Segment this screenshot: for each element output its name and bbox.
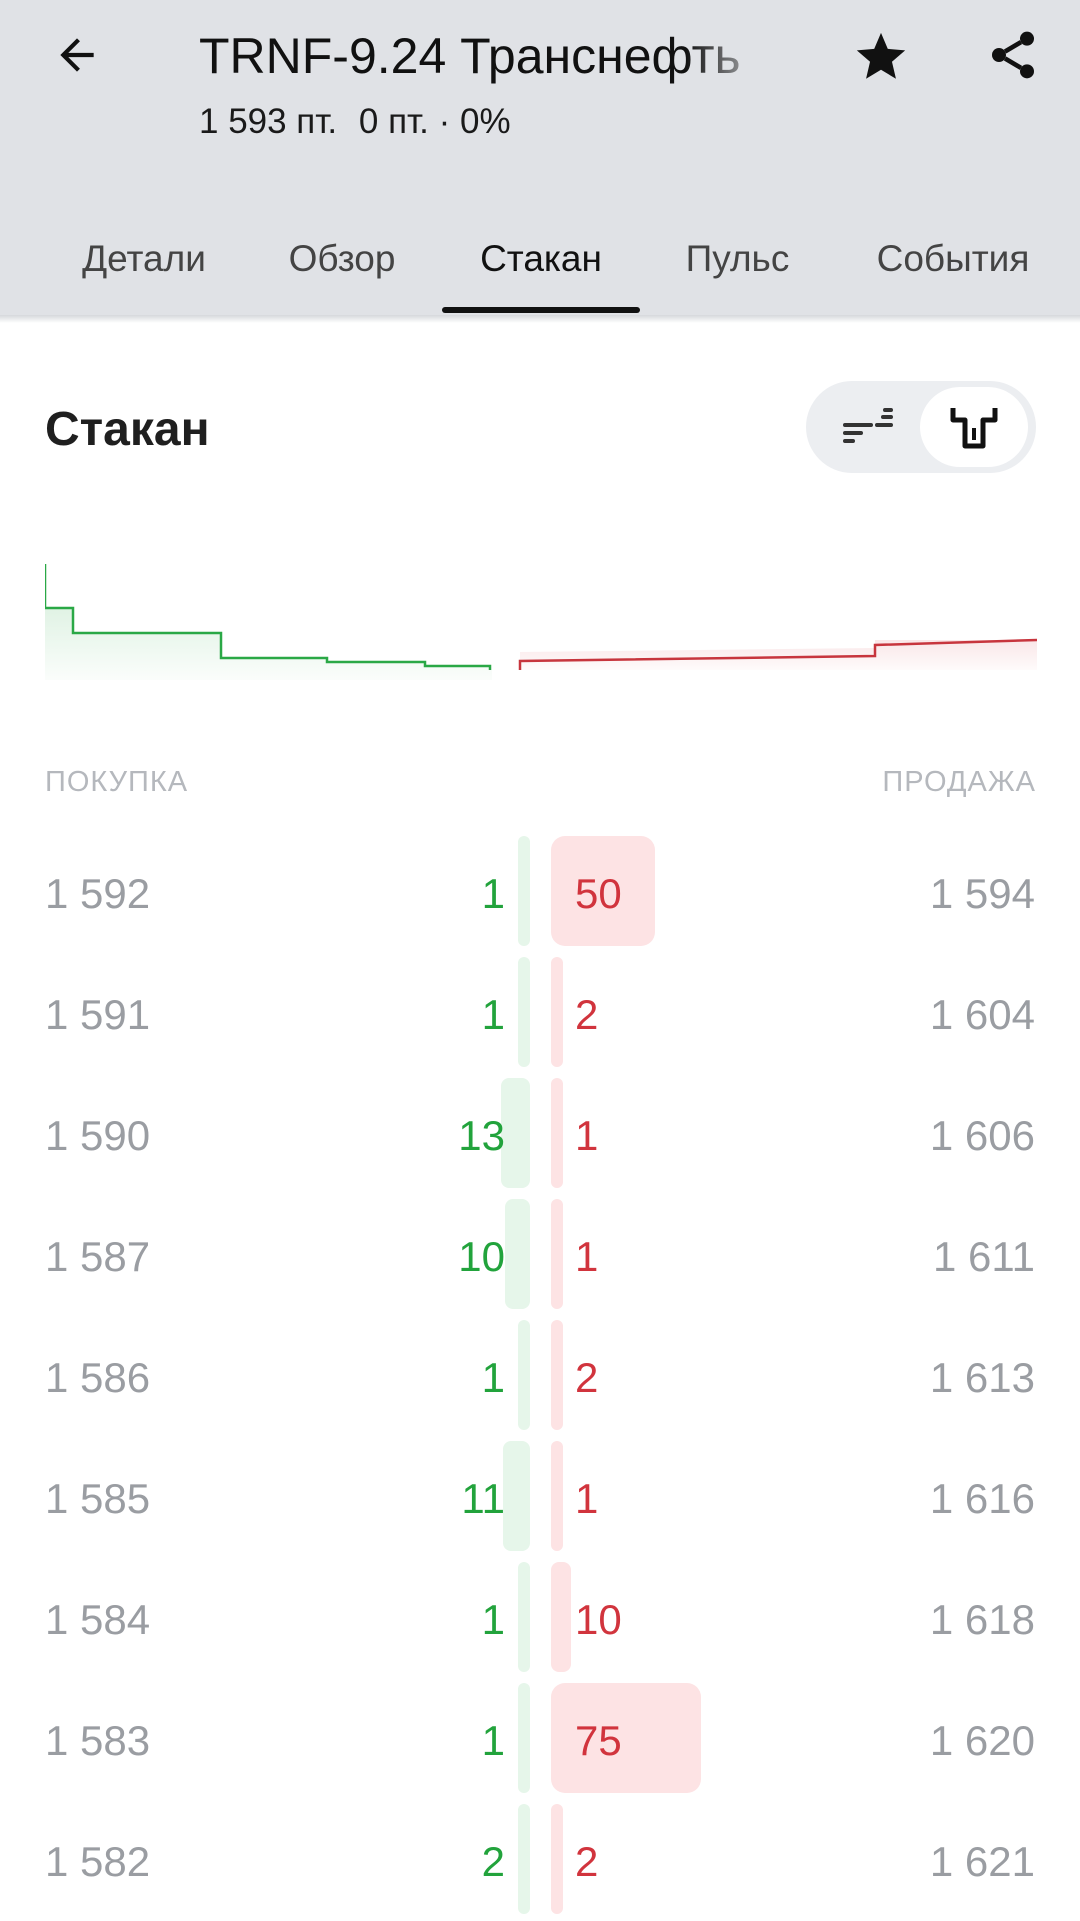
ask-quantity: 10 [575,1596,622,1643]
ask-volume-bar [551,1199,563,1309]
ask-price: 1 611 [933,1233,1035,1280]
bid-price: 1 586 [45,1354,151,1401]
instrument-title: TRNF-9.24 Транснефть [199,28,741,84]
table-row[interactable]: 1 591 1 2 1 604 [0,953,1080,1074]
bid-quantity: 1 [481,1596,505,1643]
bid-price: 1 582 [45,1838,151,1885]
ask-quantity: 1 [575,1112,599,1159]
bid-volume-bar [518,957,530,1067]
depth-chart [45,564,1037,680]
arrow-left-icon [60,38,94,72]
ask-quantity: 1 [575,1475,599,1522]
sell-column-label: ПРОДАЖА [882,766,1036,798]
bid-price: 1 590 [45,1112,151,1159]
table-row[interactable]: 1 584 1 10 1 618 [0,1558,1080,1679]
bid-quantity: 13 [458,1112,505,1159]
bid-price: 1 585 [45,1475,151,1522]
bid-price: 1 587 [45,1233,151,1280]
ask-price: 1 594 [929,870,1035,917]
ask-volume-bar [551,1683,701,1793]
bid-volume-bar [518,1683,530,1793]
table-row[interactable]: 1 590 13 1 1 606 [0,1074,1080,1195]
depth-view-button[interactable] [920,387,1028,467]
share-icon [992,31,1034,79]
share-button[interactable] [980,22,1046,88]
star-icon [856,32,906,79]
active-tab-indicator [442,307,640,313]
bid-quantity: 1 [481,1354,505,1401]
table-row[interactable]: 1 583 1 75 1 620 [0,1679,1080,1800]
bid-volume-bar [503,1441,530,1551]
order-book: 1 592 1 50 1 594 1 591 1 2 1 604 1 590 1… [0,832,1080,1921]
bid-price: 1 592 [45,870,151,917]
bid-quantity: 1 [481,1717,505,1764]
ask-quantity: 1 [575,1233,599,1280]
bid-volume-bar [518,1320,530,1430]
table-row[interactable]: 1 585 11 1 1 616 [0,1437,1080,1558]
buy-column-label: ПОКУПКА [45,766,189,798]
table-row[interactable]: 1 582 2 2 1 621 [0,1800,1080,1921]
bid-volume-bar [518,836,530,946]
ask-quantity: 2 [575,1354,599,1401]
list-bars-icon [843,408,893,443]
ask-price: 1 618 [929,1596,1035,1643]
bid-price: 1 583 [45,1717,151,1764]
bid-quantity: 1 [481,870,505,917]
bid-quantity: 1 [481,991,505,1038]
list-view-button[interactable] [814,387,922,467]
price-line: 1 593 пт. 0 пт. · 0% [199,100,523,144]
ask-price: 1 616 [929,1475,1035,1522]
bid-volume-bar [518,1804,530,1914]
depth-chart-icon [950,408,998,449]
app-header: TRNF-9.24 Транснефть 1 593 пт. 0 пт. · 0… [0,0,1080,315]
ask-price: 1 613 [929,1354,1035,1401]
bid-quantity: 2 [481,1838,505,1885]
view-toggle [806,381,1036,473]
header-shadow [0,315,1080,323]
ask-quantity: 2 [575,1838,599,1885]
ask-volume-bar [551,1562,571,1672]
tab-overview[interactable]: Обзор [262,210,422,315]
back-button[interactable] [44,22,110,88]
bid-price: 1 584 [45,1596,151,1643]
ask-quantity: 75 [575,1717,622,1764]
bid-price: 1 591 [45,991,151,1038]
tab-pulse[interactable]: Пульс [665,210,810,315]
ask-volume-bar [551,1804,563,1914]
favorite-button[interactable] [848,24,914,90]
bid-volume-bar [518,1562,530,1672]
ask-price: 1 606 [929,1112,1035,1159]
ask-price: 1 604 [929,991,1035,1038]
ask-depth-area [520,640,1037,670]
section-title: Стакан [45,403,210,456]
bid-volume-bar [505,1199,530,1309]
bid-volume-bar [501,1078,530,1188]
ask-volume-bar [551,957,563,1067]
ask-volume-bar [551,1441,563,1551]
tab-bar: Детали Обзор Стакан Пульс События [0,210,1080,315]
ask-quantity: 2 [575,991,599,1038]
table-row[interactable]: 1 592 1 50 1 594 [0,832,1080,953]
tab-order-book[interactable]: Стакан [442,210,640,315]
price-change: 0 пт. · 0% [358,102,511,141]
ask-price: 1 620 [929,1717,1035,1764]
current-price: 1 593 пт. [199,102,338,141]
tab-events[interactable]: События [858,210,1048,315]
ask-price: 1 621 [929,1838,1035,1885]
tab-details[interactable]: Детали [44,210,244,315]
ask-volume-bar [551,1320,563,1430]
bid-quantity: 10 [458,1233,505,1280]
table-row[interactable]: 1 586 1 2 1 613 [0,1316,1080,1437]
ask-quantity: 50 [575,870,622,917]
table-row[interactable]: 1 587 10 1 1 611 [0,1195,1080,1316]
bid-quantity: 11 [461,1475,505,1522]
ask-volume-bar [551,1078,563,1188]
